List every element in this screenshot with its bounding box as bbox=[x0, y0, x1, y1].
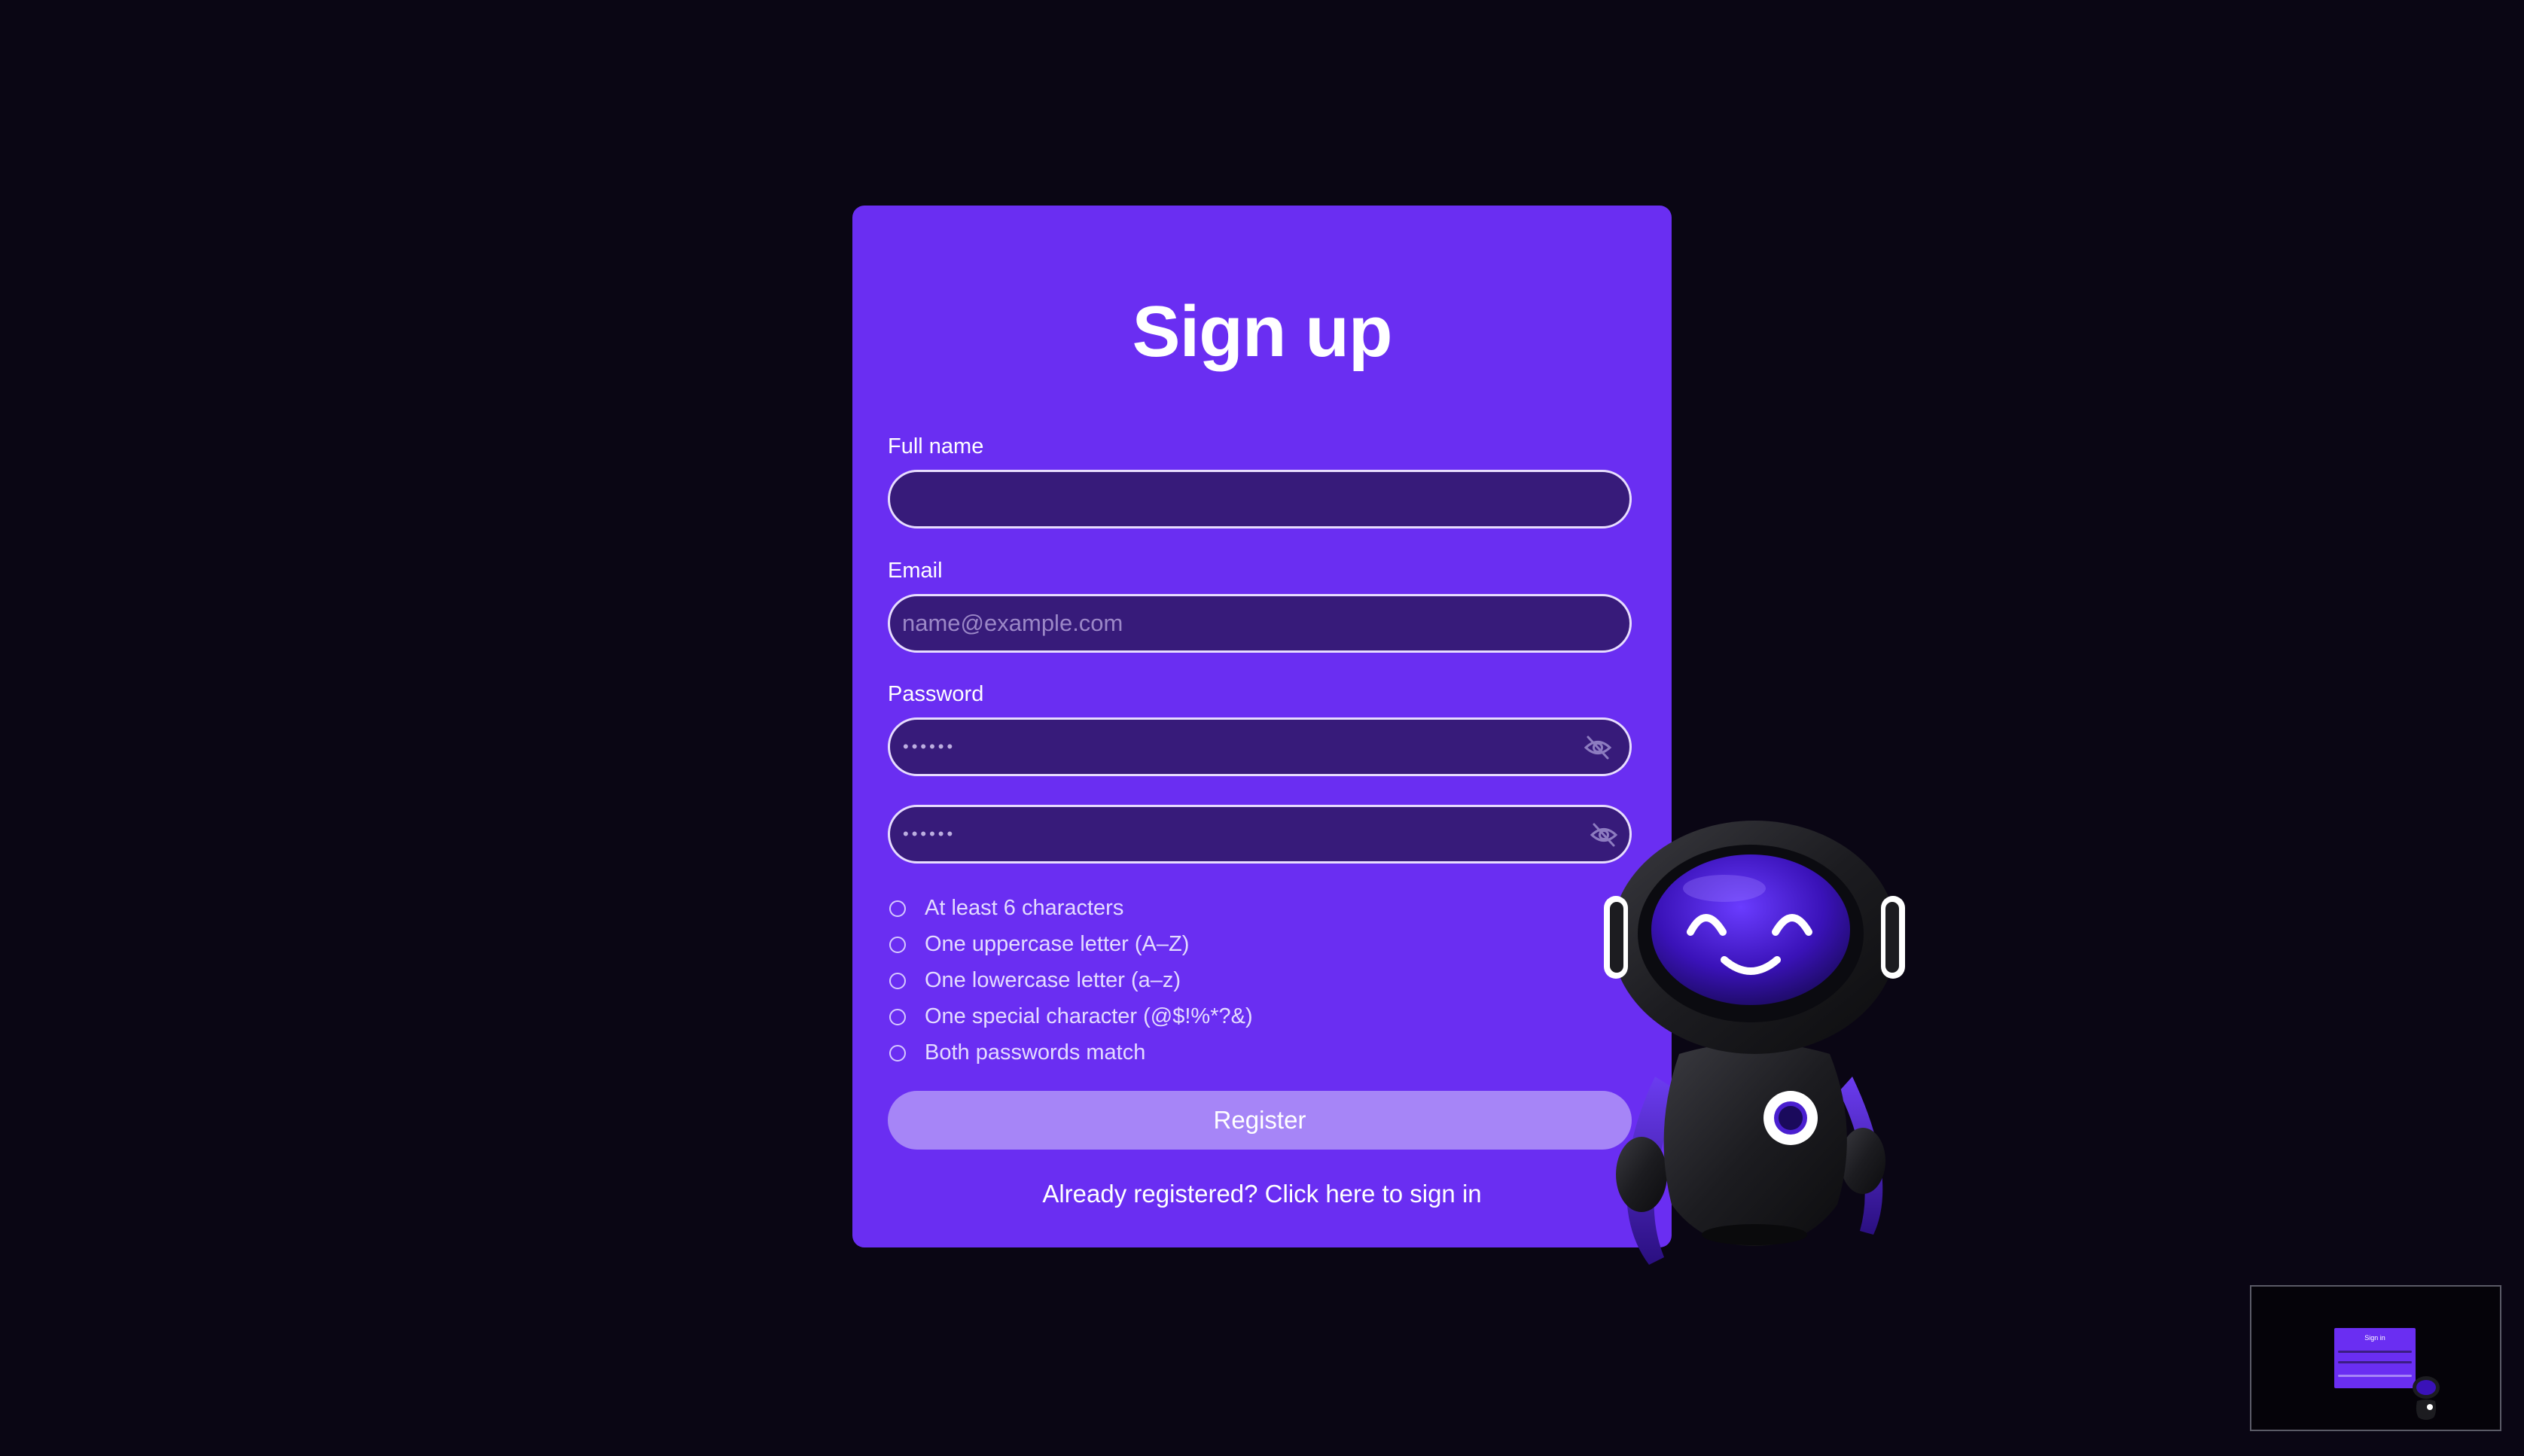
email-field[interactable] bbox=[888, 594, 1632, 653]
minimap-field bbox=[2338, 1351, 2412, 1353]
confirm-password-masked-value: •••••• bbox=[903, 824, 956, 843]
minimap-field bbox=[2338, 1361, 2412, 1363]
circle-outline-icon bbox=[889, 1009, 906, 1025]
minimap-card: Sign in bbox=[2334, 1328, 2416, 1388]
full-name-input[interactable] bbox=[902, 472, 1580, 526]
signup-card: Sign up Full name Email Password •••••• … bbox=[852, 206, 1672, 1247]
full-name-field[interactable] bbox=[888, 470, 1632, 528]
minimap-button bbox=[2338, 1375, 2412, 1377]
requirement-text: One special character (@$!%*?&) bbox=[925, 1004, 1253, 1028]
email-label: Email bbox=[888, 559, 943, 583]
register-button[interactable]: Register bbox=[888, 1091, 1632, 1150]
minimap-robot bbox=[2413, 1376, 2440, 1420]
robot-mascot bbox=[1596, 813, 1913, 1280]
confirm-password-field[interactable]: •••••• bbox=[888, 805, 1632, 864]
circle-outline-icon bbox=[889, 937, 906, 953]
password-label: Password bbox=[888, 682, 984, 706]
password-field[interactable]: •••••• bbox=[888, 717, 1632, 776]
requirement-text: At least 6 characters bbox=[925, 896, 1124, 920]
requirement-text: Both passwords match bbox=[925, 1040, 1146, 1065]
minimap-title: Sign in bbox=[2364, 1334, 2385, 1342]
password-masked-value: •••••• bbox=[903, 737, 956, 756]
page-title: Sign up bbox=[1132, 291, 1393, 372]
sign-in-link[interactable]: Already registered? Click here to sign i… bbox=[852, 1181, 1672, 1206]
circle-outline-icon bbox=[889, 1045, 906, 1062]
eye-off-icon[interactable] bbox=[1583, 733, 1613, 762]
requirement-text: One uppercase letter (A–Z) bbox=[925, 932, 1190, 956]
email-input[interactable] bbox=[902, 596, 1580, 650]
circle-outline-icon bbox=[889, 973, 906, 989]
minimap-preview[interactable]: Sign in bbox=[2250, 1285, 2501, 1431]
circle-outline-icon bbox=[889, 900, 906, 917]
requirement-text: One lowercase letter (a–z) bbox=[925, 968, 1181, 992]
full-name-label: Full name bbox=[888, 434, 984, 458]
